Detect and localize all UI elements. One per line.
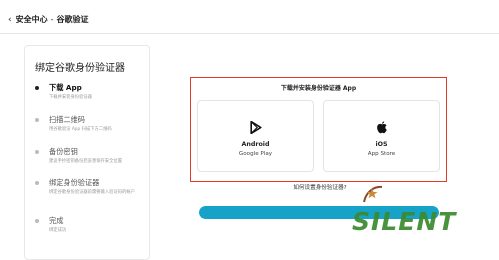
step-indicator-dot <box>35 118 39 122</box>
apple-icon <box>376 119 387 138</box>
breadcrumb-parent[interactable]: 安全中心 <box>16 14 48 25</box>
breadcrumb-separator: - <box>50 15 54 24</box>
step-indicator-dot <box>35 181 39 185</box>
step-description: 绑定成功 <box>49 228 67 233</box>
watermark-logo: SILENT <box>352 207 457 236</box>
android-download-button[interactable]: Android Google Play <box>197 100 314 172</box>
chevron-left-icon[interactable]: ‹ <box>8 15 12 25</box>
step-description: 下载并安装身份验证器 <box>49 95 92 100</box>
store-name: App Store <box>367 151 396 157</box>
steps-panel: 绑定谷歌身份验证器 下载 App 下载并安装身份验证器 扫描二维码 用谷歌验证 … <box>24 45 150 260</box>
page: ‹ 安全中心 - 谷歌验证 绑定谷歌身份验证器 下载 App 下载并安装身份验证… <box>0 0 499 260</box>
step-description: 用谷歌验证 App 扫描下方二维码 <box>49 127 112 132</box>
store-platform: Android <box>241 141 270 148</box>
header-divider <box>0 33 499 34</box>
step-indicator-dot <box>35 86 39 90</box>
step-name: 扫描二维码 <box>49 115 85 124</box>
step-indicator-dot <box>35 150 39 154</box>
store-platform: iOS <box>375 141 388 148</box>
download-title: 下载并安装身份验证器 App <box>280 85 357 92</box>
breadcrumb: ‹ 安全中心 - 谷歌验证 <box>8 14 89 25</box>
steps-title: 绑定谷歌身份验证器 <box>35 63 125 74</box>
step-description: 建议手抄密钥备份后妥善保存安全位置 <box>49 159 123 164</box>
step-name: 备份密钥 <box>49 147 78 156</box>
step-name: 完成 <box>49 216 64 225</box>
step-indicator-dot <box>35 219 39 223</box>
breadcrumb-current: 谷歌验证 <box>56 15 89 24</box>
step-name: 绑定身份验证器 <box>49 178 100 187</box>
google-play-icon <box>249 119 262 138</box>
store-name: Google Play <box>238 151 273 157</box>
step-description: 绑定谷歌身份验证器前需要输入验证码的帐户 <box>49 190 135 195</box>
watermark-swoosh-icon <box>363 185 383 203</box>
step-name: 下载 App <box>49 83 82 92</box>
ios-download-button[interactable]: iOS App Store <box>323 100 440 172</box>
